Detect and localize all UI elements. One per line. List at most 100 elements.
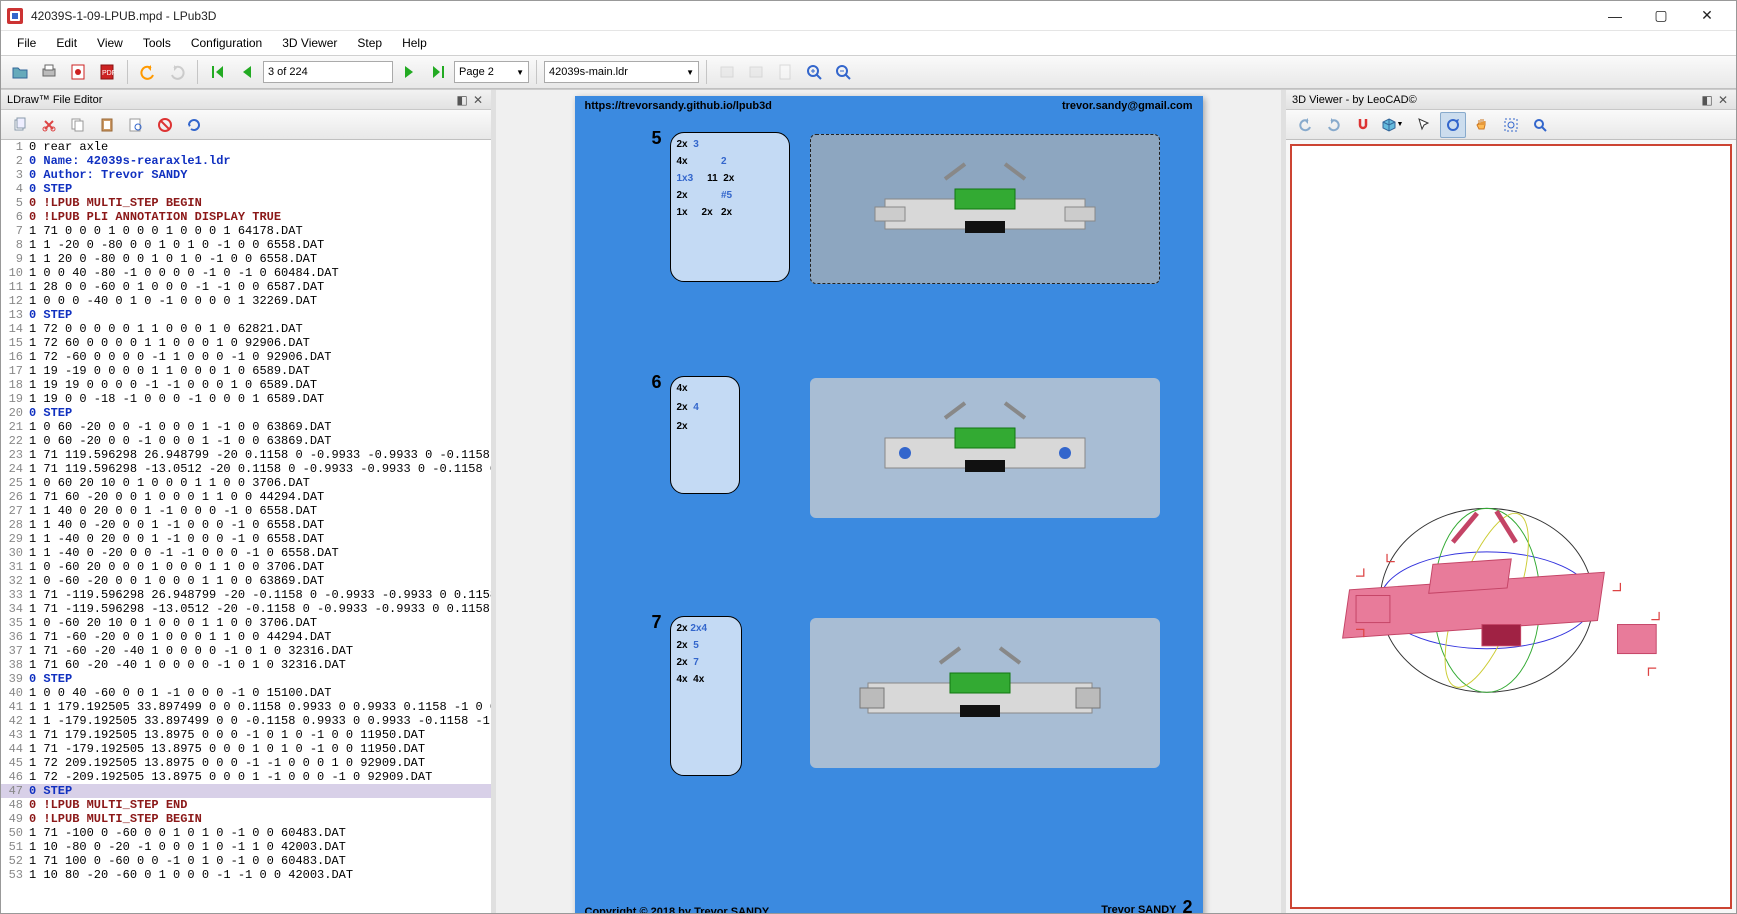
code-line[interactable]: 191 19 0 0 -18 -1 0 0 0 -1 0 0 0 1 6589.… bbox=[1, 392, 491, 406]
code-line[interactable]: 511 10 -80 0 -20 -1 0 0 0 1 0 -1 1 0 420… bbox=[1, 840, 491, 854]
menu-tools[interactable]: Tools bbox=[133, 33, 181, 53]
menu-edit[interactable]: Edit bbox=[46, 33, 87, 53]
code-line[interactable]: 381 71 60 -20 -40 1 0 0 0 0 -1 0 1 0 323… bbox=[1, 658, 491, 672]
code-line[interactable]: 401 0 0 40 -60 0 0 1 -1 0 0 0 -1 0 15100… bbox=[1, 686, 491, 700]
maximize-button[interactable]: ▢ bbox=[1638, 2, 1684, 30]
code-line[interactable]: 441 71 -179.192505 13.8975 0 0 0 1 0 1 0… bbox=[1, 742, 491, 756]
code-line[interactable]: 141 72 0 0 0 0 0 1 1 0 0 0 1 0 62821.DAT bbox=[1, 322, 491, 336]
code-line[interactable]: 521 71 100 0 -60 0 0 -1 0 1 0 -1 0 0 604… bbox=[1, 854, 491, 868]
code-line[interactable]: 371 71 -60 -20 -40 1 0 0 0 0 -1 0 1 0 32… bbox=[1, 644, 491, 658]
assembly-5[interactable] bbox=[810, 134, 1160, 284]
code-line[interactable]: 411 1 179.192505 33.897499 0 0 0.1158 0.… bbox=[1, 700, 491, 714]
code-line[interactable]: 71 71 0 0 0 1 0 0 0 1 0 0 0 1 64178.DAT bbox=[1, 224, 491, 238]
copy2-icon[interactable] bbox=[65, 112, 91, 138]
snapshot2-icon[interactable] bbox=[743, 59, 769, 85]
assembly-7[interactable] bbox=[810, 618, 1160, 768]
menu-step[interactable]: Step bbox=[347, 33, 392, 53]
code-line[interactable]: 311 0 -60 20 0 0 0 1 0 0 0 1 1 0 0 3706.… bbox=[1, 560, 491, 574]
code-line[interactable]: 30 Author: Trevor SANDY bbox=[1, 168, 491, 182]
code-line[interactable]: 10 rear axle bbox=[1, 140, 491, 154]
code-line[interactable]: 281 1 40 0 -20 0 0 1 -1 0 0 0 -1 0 6558.… bbox=[1, 518, 491, 532]
code-line[interactable]: 390 STEP bbox=[1, 672, 491, 686]
refresh-icon[interactable] bbox=[181, 112, 207, 138]
redo-icon[interactable] bbox=[164, 59, 190, 85]
code-line[interactable]: 200 STEP bbox=[1, 406, 491, 420]
code-line[interactable]: 351 0 -60 20 10 0 1 0 0 0 1 1 0 0 3706.D… bbox=[1, 616, 491, 630]
v-zoom-region-icon[interactable] bbox=[1498, 112, 1524, 138]
assembly-6[interactable] bbox=[810, 378, 1160, 518]
code-line[interactable]: 60 !LPUB PLI ANNOTATION DISPLAY TRUE bbox=[1, 210, 491, 224]
prev-page-icon[interactable] bbox=[234, 59, 260, 85]
v-redo-icon[interactable] bbox=[1321, 112, 1347, 138]
code-line[interactable]: 501 71 -100 0 -60 0 0 1 0 1 0 -1 0 0 604… bbox=[1, 826, 491, 840]
zoom-in-icon[interactable] bbox=[801, 59, 827, 85]
code-line[interactable]: 221 0 60 -20 0 0 -1 0 0 0 1 -1 0 0 63869… bbox=[1, 434, 491, 448]
v-zoom-icon[interactable] bbox=[1527, 112, 1553, 138]
code-line[interactable]: 361 71 -60 -20 0 0 1 0 0 0 1 1 0 0 44294… bbox=[1, 630, 491, 644]
menu-file[interactable]: File bbox=[7, 33, 46, 53]
open-file-icon[interactable] bbox=[7, 59, 33, 85]
code-line[interactable]: 421 1 -179.192505 33.897499 0 0 -0.1158 … bbox=[1, 714, 491, 728]
page-position-input[interactable] bbox=[263, 61, 393, 83]
viewer-float-icon[interactable]: ◧ bbox=[1700, 93, 1714, 107]
delete-icon[interactable] bbox=[152, 112, 178, 138]
code-line[interactable]: 151 72 60 0 0 0 0 1 1 0 0 0 1 0 92906.DA… bbox=[1, 336, 491, 350]
snapshot-icon[interactable] bbox=[714, 59, 740, 85]
zoom-out-icon[interactable] bbox=[830, 59, 856, 85]
code-line[interactable]: 341 71 -119.596298 -13.0512 -20 -0.1158 … bbox=[1, 602, 491, 616]
code-line[interactable]: 111 28 0 0 -60 0 1 0 0 0 -1 -1 0 0 6587.… bbox=[1, 280, 491, 294]
menu-configuration[interactable]: Configuration bbox=[181, 33, 272, 53]
v-undo-icon[interactable] bbox=[1292, 112, 1318, 138]
code-line[interactable]: 91 1 20 0 -80 0 0 1 0 1 0 -1 0 0 6558.DA… bbox=[1, 252, 491, 266]
code-line[interactable]: 451 72 209.192505 13.8975 0 0 0 -1 -1 0 … bbox=[1, 756, 491, 770]
code-line[interactable]: 171 19 -19 0 0 0 0 1 1 0 0 0 1 0 6589.DA… bbox=[1, 364, 491, 378]
panel-float-icon[interactable]: ◧ bbox=[455, 93, 469, 107]
code-line[interactable]: 50 !LPUB MULTI_STEP BEGIN bbox=[1, 196, 491, 210]
code-line[interactable]: 321 0 -60 -20 0 0 1 0 0 0 1 1 0 0 63869.… bbox=[1, 574, 491, 588]
v-snap-icon[interactable] bbox=[1350, 112, 1376, 138]
code-line[interactable]: 241 71 119.596298 -13.0512 -20 0.1158 0 … bbox=[1, 462, 491, 476]
copy-icon[interactable] bbox=[7, 112, 33, 138]
code-line[interactable]: 461 72 -209.192505 13.8975 0 0 0 1 -1 0 … bbox=[1, 770, 491, 784]
last-page-icon[interactable] bbox=[425, 59, 451, 85]
code-line[interactable]: 431 71 179.192505 13.8975 0 0 0 -1 0 1 0… bbox=[1, 728, 491, 742]
code-line[interactable]: 130 STEP bbox=[1, 308, 491, 322]
menu-3dviewer[interactable]: 3D Viewer bbox=[272, 33, 347, 53]
print-icon[interactable] bbox=[36, 59, 62, 85]
cut-icon[interactable] bbox=[36, 112, 62, 138]
code-editor[interactable]: 10 rear axle20 Name: 42039s-rearaxle1.ld… bbox=[1, 140, 491, 913]
find-icon[interactable] bbox=[123, 112, 149, 138]
code-line[interactable]: 211 0 60 -20 0 0 -1 0 0 0 1 -1 0 0 63869… bbox=[1, 420, 491, 434]
first-page-icon[interactable] bbox=[205, 59, 231, 85]
undo-icon[interactable] bbox=[135, 59, 161, 85]
page-select[interactable]: Page 2▼ bbox=[454, 61, 529, 83]
code-line[interactable]: 490 !LPUB MULTI_STEP BEGIN bbox=[1, 812, 491, 826]
viewer-canvas[interactable] bbox=[1290, 144, 1732, 909]
close-button[interactable]: ✕ bbox=[1684, 2, 1730, 30]
v-cube-icon[interactable]: ▼ bbox=[1379, 112, 1405, 138]
code-line[interactable]: 480 !LPUB MULTI_STEP END bbox=[1, 798, 491, 812]
code-line[interactable]: 181 19 19 0 0 0 0 -1 -1 0 0 0 1 0 6589.D… bbox=[1, 378, 491, 392]
code-line[interactable]: 231 71 119.596298 26.948799 -20 0.1158 0… bbox=[1, 448, 491, 462]
submodel-select[interactable]: 42039s-main.ldr▼ bbox=[544, 61, 699, 83]
code-line[interactable]: 331 71 -119.596298 26.948799 -20 -0.1158… bbox=[1, 588, 491, 602]
viewer-close-icon[interactable]: ✕ bbox=[1716, 93, 1730, 107]
code-line[interactable]: 261 71 60 -20 0 0 1 0 0 0 1 1 0 0 44294.… bbox=[1, 490, 491, 504]
code-line[interactable]: 301 1 -40 0 -20 0 0 -1 -1 0 0 0 -1 0 655… bbox=[1, 546, 491, 560]
next-page-icon[interactable] bbox=[396, 59, 422, 85]
code-line[interactable]: 161 72 -60 0 0 0 0 -1 1 0 0 0 -1 0 92906… bbox=[1, 350, 491, 364]
code-line[interactable]: 470 STEP bbox=[1, 784, 491, 798]
pdf-icon[interactable] bbox=[65, 59, 91, 85]
code-line[interactable]: 531 10 80 -20 -60 0 1 0 0 0 -1 -1 0 0 42… bbox=[1, 868, 491, 882]
code-line[interactable]: 40 STEP bbox=[1, 182, 491, 196]
v-rotate-icon[interactable] bbox=[1440, 112, 1466, 138]
pdf-export-icon[interactable]: PDF bbox=[94, 59, 120, 85]
v-select-icon[interactable] bbox=[1411, 112, 1437, 138]
code-line[interactable]: 81 1 -20 0 -80 0 0 1 0 1 0 -1 0 0 6558.D… bbox=[1, 238, 491, 252]
menu-help[interactable]: Help bbox=[392, 33, 437, 53]
code-line[interactable]: 101 0 0 40 -80 -1 0 0 0 0 -1 0 -1 0 6048… bbox=[1, 266, 491, 280]
panel-close-icon[interactable]: ✕ bbox=[471, 93, 485, 107]
v-pan-icon[interactable] bbox=[1469, 112, 1495, 138]
doc-icon[interactable] bbox=[772, 59, 798, 85]
code-line[interactable]: 121 0 0 0 -40 0 1 0 -1 0 0 0 0 1 32269.D… bbox=[1, 294, 491, 308]
